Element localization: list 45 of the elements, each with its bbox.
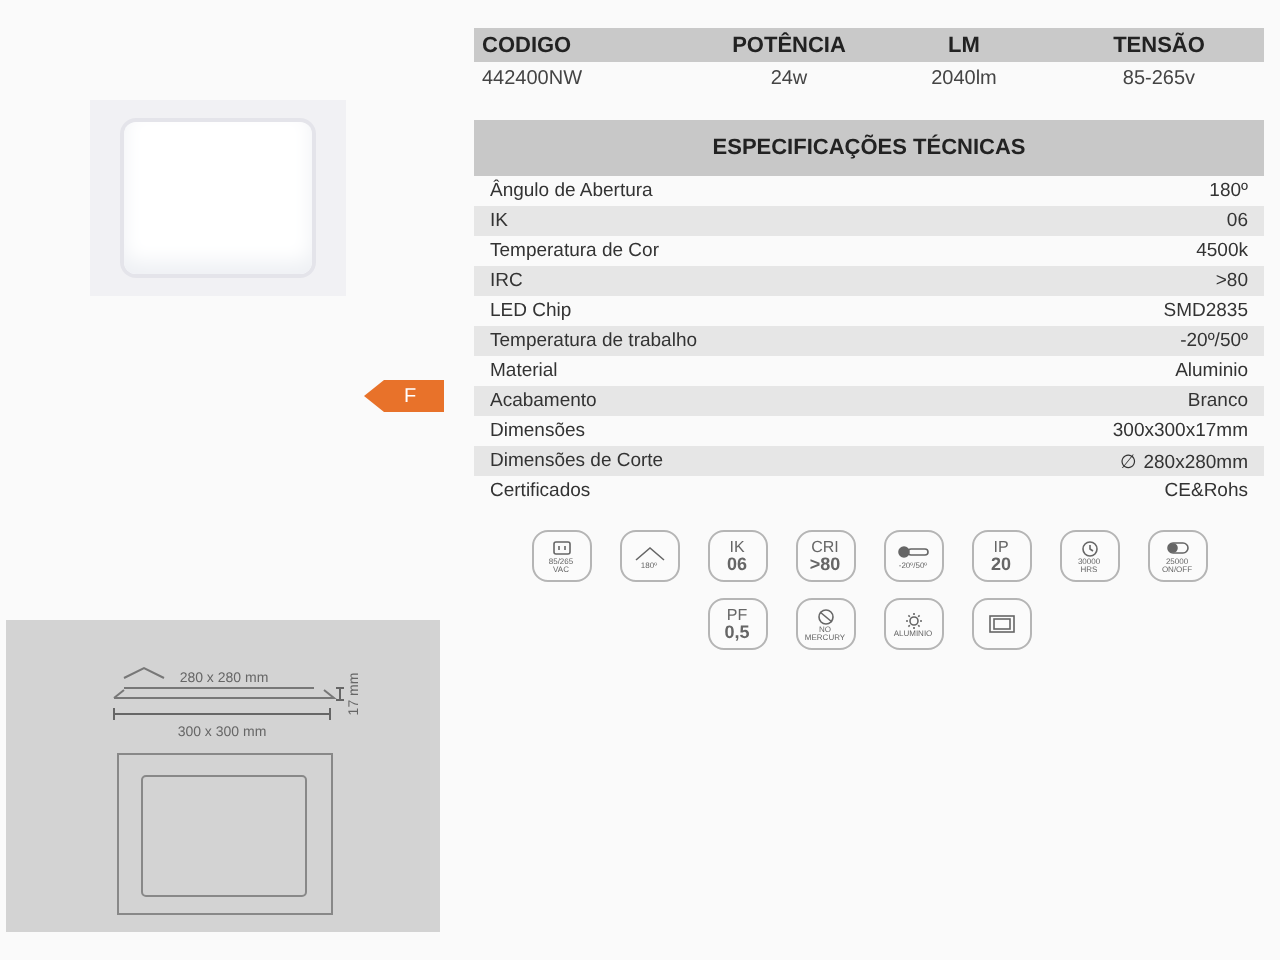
spec-label: IRC (490, 270, 523, 292)
height-marker (334, 687, 344, 701)
energy-class-label: F (364, 380, 444, 412)
specs-title-text: ESPECIFICAÇÕES TÉCNICAS (712, 136, 1026, 160)
thermo-icon (897, 543, 929, 561)
column-header: POTÊNCIA (730, 33, 848, 57)
summary-value: 2040lm (929, 68, 999, 90)
spec-label: Certificados (490, 480, 591, 502)
badge-label: IK (729, 539, 745, 555)
spec-value: -20º/50º (1180, 330, 1248, 352)
spec-value: 06 (1226, 210, 1248, 232)
spec-label: LED Chip (490, 300, 572, 322)
badge-label: PF (726, 607, 748, 623)
column-header: LM (946, 33, 982, 57)
summary-value: 442400NW (480, 68, 585, 90)
badge-value: 0,5 (724, 623, 750, 641)
spec-value: ∅ 280x280mm (1120, 449, 1248, 473)
angle-icon (633, 543, 665, 561)
summary-value: 85-265v (1120, 68, 1198, 90)
column-header: TENSÃO (1111, 33, 1207, 57)
spec-label: Temperatura de Cor (490, 240, 659, 262)
switch-icon (1161, 539, 1193, 557)
spec-label: Material (490, 360, 558, 382)
spec-label: Dimensões (490, 420, 586, 442)
spec-value: 180º (1209, 180, 1248, 202)
spec-label: Acabamento (490, 390, 597, 412)
spec-label: IK (490, 210, 508, 232)
spec-value: Aluminio (1175, 360, 1248, 382)
spec-value: >80 (1215, 270, 1248, 292)
spec-label: Ângulo de Abertura (490, 180, 653, 202)
spec-value: Branco (1187, 390, 1248, 412)
spec-value: CE&Rohs (1164, 480, 1248, 502)
summary-value: 24w (768, 68, 810, 90)
spec-value: SMD2835 (1163, 300, 1248, 322)
spec-value: 4500k (1196, 240, 1248, 262)
badge-label: IP (993, 539, 1009, 555)
square-icon (985, 614, 1017, 634)
column-header: CODIGO (480, 33, 574, 57)
badge-value: >80 (809, 555, 841, 573)
badge-label: CRI (811, 539, 839, 555)
spec-value: 300x300x17mm (1112, 420, 1248, 442)
badge-value: 06 (726, 555, 747, 573)
spec-label: Dimensões de Corte (490, 450, 664, 472)
badge-value: 20 (990, 555, 1011, 573)
spec-label: Temperatura de trabalho (490, 330, 698, 352)
